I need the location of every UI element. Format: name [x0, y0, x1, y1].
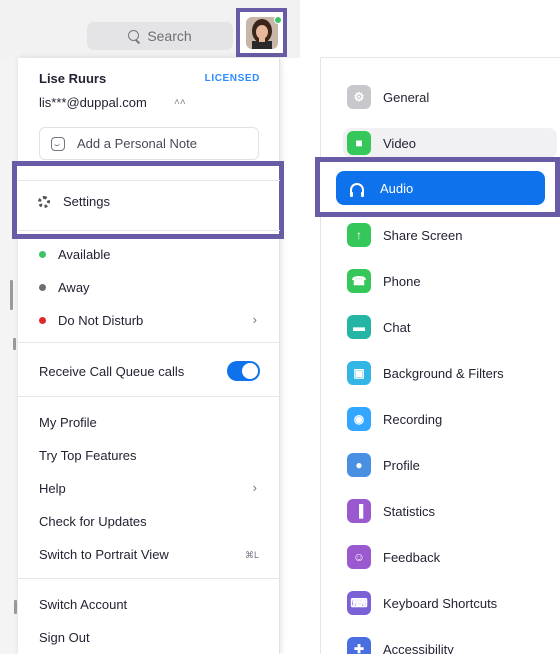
- search-icon: [128, 29, 141, 43]
- chevron-right-icon: ›: [252, 480, 257, 495]
- edge-mark: [10, 280, 13, 310]
- divider: [18, 396, 280, 397]
- settings-window-titlebar: [320, 0, 560, 58]
- sidebar-item-accessibility[interactable]: ✚ Accessibility: [343, 634, 557, 654]
- menu-item-switch-account[interactable]: Switch Account: [39, 597, 127, 612]
- sidebar-item-label: Feedback: [383, 549, 441, 565]
- status-label: Available: [58, 247, 111, 262]
- sidebar-item-label: Recording: [383, 411, 443, 427]
- menu-item-try-top-features[interactable]: Try Top Features: [39, 448, 137, 463]
- keyboard-icon: ⌨: [347, 591, 371, 615]
- menu-item-check-for-updates[interactable]: Check for Updates: [39, 514, 147, 529]
- edge-mark: [13, 338, 16, 350]
- sidebar-item-label: Audio: [380, 180, 414, 196]
- gear-icon: [38, 195, 50, 208]
- sidebar-item-label: Accessibility: [383, 641, 454, 654]
- feedback-icon: ☺: [347, 545, 371, 569]
- divider: [18, 230, 280, 231]
- share-screen-icon: ↑: [347, 223, 371, 247]
- background-window-edge: [0, 58, 18, 654]
- smiley-icon: [51, 136, 65, 151]
- sidebar-item-feedback[interactable]: ☺ Feedback: [343, 542, 557, 572]
- menu-item-label: Help: [39, 481, 66, 496]
- video-icon: ■: [347, 131, 371, 155]
- sidebar-item-label: Background & Filters: [383, 365, 504, 381]
- status-away[interactable]: Away: [39, 280, 90, 295]
- menu-item-label: Switch Account: [39, 597, 128, 612]
- status-label: Away: [58, 280, 90, 295]
- sidebar-item-profile[interactable]: ● Profile: [343, 450, 557, 480]
- license-badge: LICENSED: [204, 73, 260, 84]
- search-placeholder: Search: [147, 28, 192, 44]
- profile-icon: ●: [347, 453, 371, 477]
- status-label: Do Not Disturb: [58, 313, 144, 328]
- sidebar-item-label: Video: [383, 135, 417, 151]
- hide-email-icon[interactable]: ˄˄: [174, 97, 186, 108]
- profile-dropdown: Lise Ruurs LICENSED lis***@duppal.com ˄˄…: [12, 58, 284, 654]
- sidebar-item-recording[interactable]: ◉ Recording: [343, 404, 557, 434]
- call-queue-row: Receive Call Queue calls: [39, 364, 184, 379]
- phone-icon: ☎: [347, 269, 371, 293]
- settings-label: Settings: [63, 194, 110, 209]
- sidebar-item-chat[interactable]: ▬ Chat: [343, 312, 557, 342]
- chevron-right-icon: ›: [252, 312, 257, 327]
- personal-note-field[interactable]: Add a Personal Note: [39, 127, 259, 160]
- gear-icon: ⚙: [347, 85, 371, 109]
- sidebar-item-label: Chat: [383, 319, 411, 335]
- menu-item-my-profile[interactable]: My Profile: [39, 415, 97, 430]
- sidebar-item-label: Statistics: [383, 503, 436, 519]
- sidebar-item-label: General: [383, 89, 430, 105]
- sidebar-item-audio[interactable]: Audio: [336, 171, 545, 205]
- sidebar-item-label: Phone: [383, 273, 421, 289]
- sidebar-item-statistics[interactable]: ▐ Statistics: [343, 496, 557, 526]
- avatar[interactable]: [245, 16, 278, 49]
- sidebar-item-label: Profile: [383, 457, 420, 473]
- do-not-disturb-status-icon: [39, 317, 46, 324]
- user-email: lis***@duppal.com: [39, 95, 147, 110]
- status-available[interactable]: Available: [39, 247, 111, 262]
- sidebar-item-share-screen[interactable]: ↑ Share Screen: [343, 220, 557, 250]
- personal-note-placeholder: Add a Personal Note: [77, 136, 197, 151]
- settings-sidebar: ⚙ General ■ Video ↑ Share Screen ☎ Phone…: [320, 58, 560, 654]
- divider: [18, 578, 280, 579]
- sidebar-item-video[interactable]: ■ Video: [343, 128, 557, 158]
- chat-icon: ▬: [347, 315, 371, 339]
- menu-item-label: Try Top Features: [39, 448, 137, 463]
- menu-item-switch-portrait[interactable]: Switch to Portrait View: [39, 547, 169, 562]
- call-queue-toggle[interactable]: [227, 361, 260, 381]
- sidebar-item-keyboard-shortcuts[interactable]: ⌨ Keyboard Shortcuts: [343, 588, 557, 618]
- call-queue-label: Receive Call Queue calls: [39, 364, 185, 379]
- menu-item-label: Sign Out: [39, 630, 90, 645]
- menu-item-label: My Profile: [39, 415, 97, 430]
- sidebar-item-background-filters[interactable]: ▣ Background & Filters: [343, 358, 557, 388]
- edge-mark: [14, 600, 17, 614]
- available-status-icon: [39, 251, 46, 258]
- sidebar-item-general[interactable]: ⚙ General: [343, 82, 557, 112]
- accessibility-icon: ✚: [347, 637, 371, 654]
- menu-item-sign-out[interactable]: Sign Out: [39, 630, 90, 645]
- settings-menu-item[interactable]: Settings: [38, 194, 110, 209]
- search-input[interactable]: Search: [87, 22, 233, 50]
- statistics-icon: ▐: [347, 499, 371, 523]
- online-status-dot: [274, 16, 282, 24]
- divider: [18, 180, 280, 181]
- recording-icon: ◉: [347, 407, 371, 431]
- divider: [18, 342, 280, 343]
- headphones-icon: [350, 182, 364, 197]
- shortcut-hint: ⌘L: [244, 550, 259, 560]
- user-name: Lise Ruurs: [39, 71, 107, 86]
- profile-menu-panel: Search Lise Ruurs LICENSED lis***@duppal…: [0, 0, 300, 654]
- menu-item-label: Switch to Portrait View: [39, 547, 169, 562]
- menu-item-help[interactable]: Help: [39, 481, 66, 496]
- sidebar-item-label: Keyboard Shortcuts: [383, 595, 498, 611]
- sidebar-item-label: Share Screen: [383, 227, 463, 243]
- status-do-not-disturb[interactable]: Do Not Disturb: [39, 313, 259, 328]
- background-icon: ▣: [347, 361, 371, 385]
- away-status-icon: [39, 284, 46, 291]
- sidebar-item-phone[interactable]: ☎ Phone: [343, 266, 557, 296]
- menu-item-label: Check for Updates: [39, 514, 147, 529]
